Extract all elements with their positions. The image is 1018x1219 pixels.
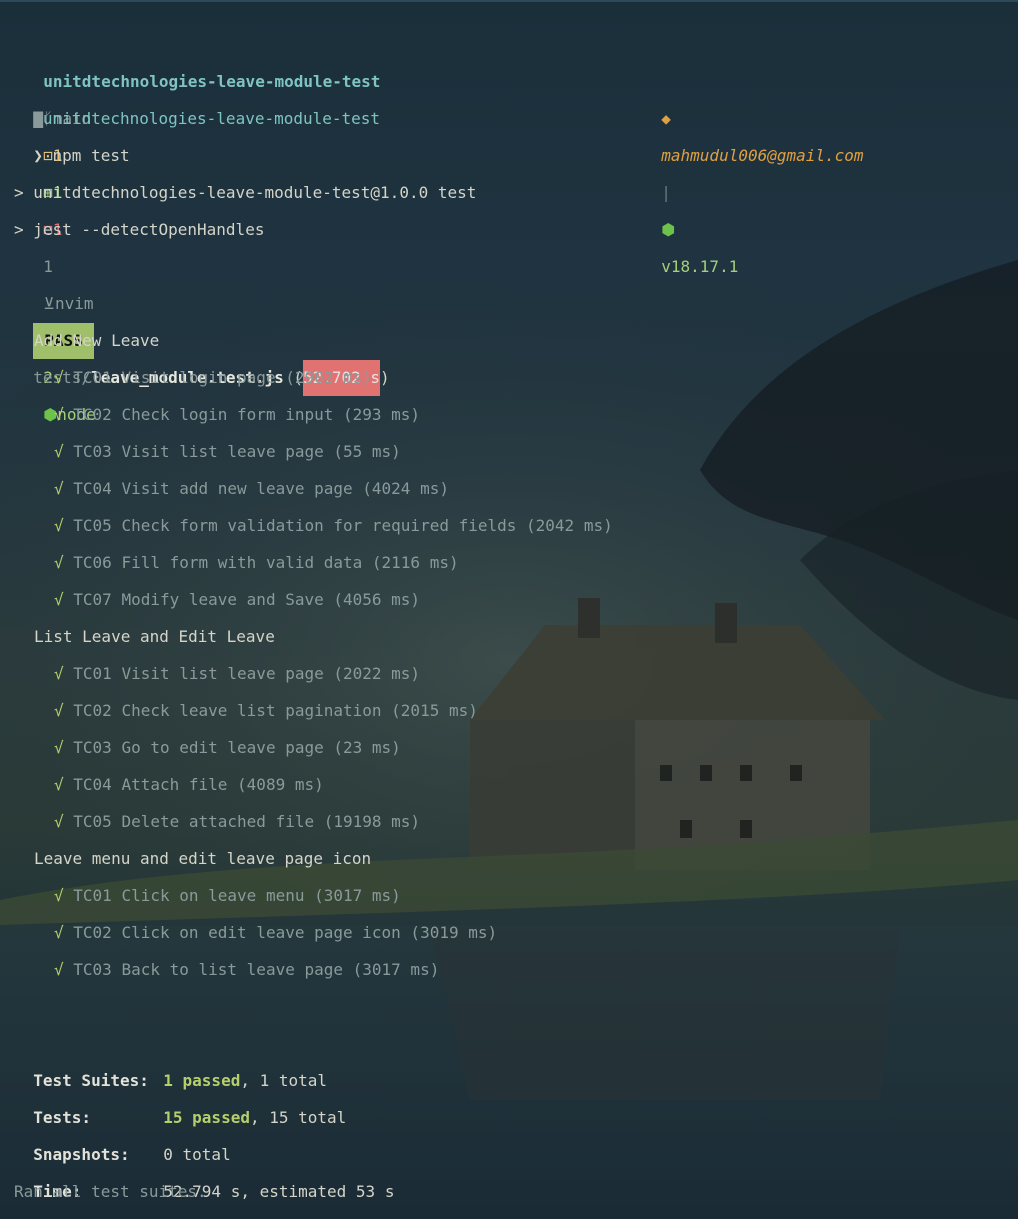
test-case-row: √ TC04 Attach file (4089 ms) [54, 766, 324, 803]
git-user-email: mahmudul006@gmail.com [661, 146, 864, 165]
test-case-row: √ TC07 Modify leave and Save (4056 ms) [54, 581, 420, 618]
check-icon: √ [54, 923, 64, 942]
check-icon: √ [54, 960, 64, 979]
test-case-row: √ TC01 Click on leave menu (3017 ms) [54, 877, 401, 914]
test-case-row: √ TC02 Check leave list pagination (2015… [54, 692, 478, 729]
window-top-border [0, 0, 1018, 2]
prompt-right-segment: ◆ mahmudul006@gmail.com | ⬢ v18.17.1 [661, 109, 864, 276]
test-file-result: PASS tests/leave_module.test.js (52.702 … [14, 285, 390, 396]
check-icon: √ [54, 775, 64, 794]
check-icon: √ [54, 701, 64, 720]
test-case-row: √ TC02 Check login form input (293 ms) [54, 396, 420, 433]
node-version-icon: ⬢ [661, 220, 676, 239]
test-case-name: TC01 Visit list leave page (2022 ms) [73, 664, 421, 683]
summary-tests-total: , 15 total [249, 1108, 347, 1127]
test-case-name: TC05 Check form validation for required … [73, 516, 613, 535]
npm-script-command: > jest --detectOpenHandles [14, 220, 265, 239]
check-icon: √ [54, 886, 64, 905]
check-icon: √ [54, 590, 64, 609]
test-case-row: √ TC03 Go to edit leave page (23 ms) [54, 729, 401, 766]
test-case-row: √ TC03 Visit list leave page (55 ms) [54, 433, 401, 470]
check-icon: √ [54, 664, 64, 683]
npm-script-header: > unitdtechnologies-leave-module-test@1.… [14, 183, 477, 202]
command-line: ❯ npm test [14, 100, 129, 165]
summary-tests: Tests: 15 passed, 15 total [14, 1062, 346, 1127]
test-case-name: TC03 Back to list leave page (3017 ms) [73, 960, 440, 979]
summary-snapshots: Snapshots: 0 total [14, 1099, 230, 1164]
suite-title: Leave menu and edit leave page icon [34, 849, 372, 868]
test-case-row: √ TC01 Visit list leave page (2022 ms) [54, 655, 420, 692]
test-case-name: TC07 Modify leave and Save (4056 ms) [73, 590, 421, 609]
summary-suites: Test Suites: 1 passed, 1 total [14, 1025, 327, 1090]
test-case-name: TC01 Click on leave menu (3017 ms) [73, 886, 401, 905]
test-case-name: TC03 Go to edit leave page (23 ms) [73, 738, 401, 757]
test-case-name: TC04 Visit add new leave page (4024 ms) [73, 479, 449, 498]
suite-title: Add New Leave [34, 331, 160, 350]
test-case-row: √ TC02 Click on edit leave page icon (30… [54, 914, 497, 951]
test-case-name: TC06 Fill form with valid data (2116 ms) [73, 553, 459, 572]
command-text: npm test [52, 146, 130, 165]
test-case-row: √ TC04 Visit add new leave page (4024 ms… [54, 470, 449, 507]
test-case-row: √ TC05 Check form validation for require… [54, 507, 613, 544]
test-case-row: √ TC01 Visit login page (2902 ms) [54, 359, 372, 396]
check-icon: √ [54, 553, 64, 572]
check-icon: √ [54, 442, 64, 461]
git-other-count: 1 [43, 257, 53, 276]
prompt-chevron-icon: ❯ [33, 146, 53, 165]
test-case-row: √ TC03 Back to list leave page (3017 ms) [54, 951, 439, 988]
test-case-name: TC05 Delete attached file (19198 ms) [73, 812, 421, 831]
test-case-name: TC04 Attach file (4089 ms) [73, 775, 324, 794]
test-case-row: √ TC06 Fill form with valid data (2116 m… [54, 544, 459, 581]
check-icon: √ [54, 516, 64, 535]
check-icon: √ [54, 368, 64, 387]
node-version: v18.17.1 [661, 257, 739, 276]
test-case-name: TC02 Check leave list pagination (2015 m… [73, 701, 478, 720]
test-case-name: TC02 Check login form input (293 ms) [73, 405, 421, 424]
prompt-status-line: unitdtechnologies-leave-module-test ᚴmai… [24, 26, 380, 424]
check-icon: √ [54, 479, 64, 498]
test-case-name: TC03 Visit list leave page (55 ms) [73, 442, 401, 461]
check-icon: √ [54, 812, 64, 831]
test-case-row: √ TC05 Delete attached file (19198 ms) [54, 803, 420, 840]
test-case-name: TC02 Click on edit leave page icon (3019… [73, 923, 498, 942]
summary-footer: Ran all test suites. [14, 1182, 207, 1201]
test-case-name: TC01 Visit login page (2902 ms) [73, 368, 372, 387]
suite-title: List Leave and Edit Leave [34, 627, 275, 646]
git-user-icon: ◆ [661, 109, 671, 128]
check-icon: √ [54, 738, 64, 757]
summary-time: Time: 52.794 s, estimated 53 s [14, 1136, 394, 1201]
check-icon: √ [54, 405, 64, 424]
